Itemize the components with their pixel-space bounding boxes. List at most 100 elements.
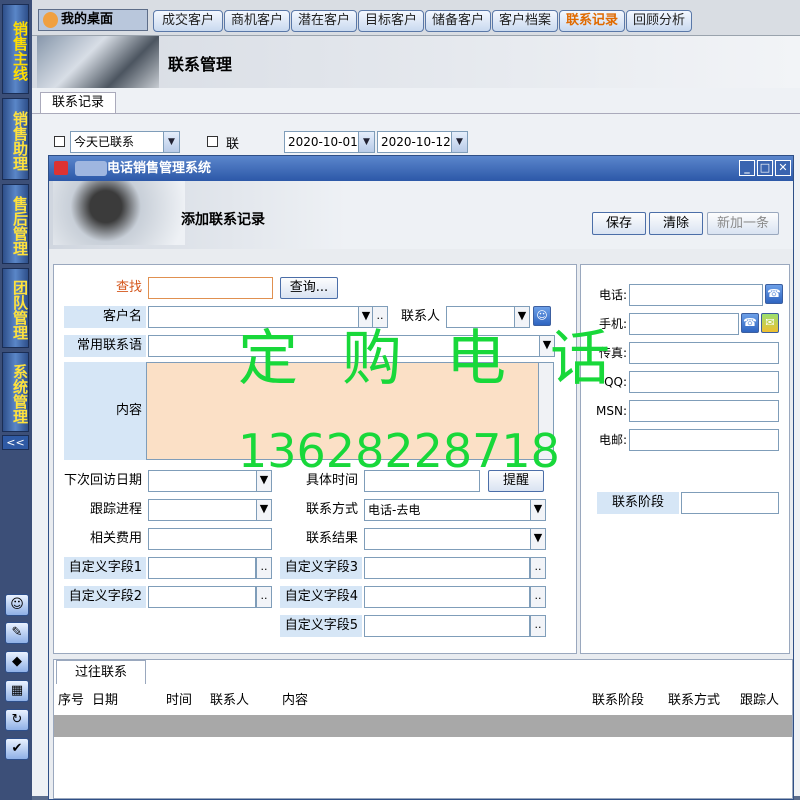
- col-date[interactable]: 日期: [92, 690, 118, 712]
- phone-dial-icon[interactable]: ☎: [765, 284, 783, 304]
- sidebar-item-sales-assistant[interactable]: 销售助理: [2, 98, 29, 180]
- date-to-value: 2020-10-12: [381, 135, 451, 149]
- tab-past-contacts[interactable]: 过往联系: [56, 660, 146, 684]
- tab-target-customers[interactable]: 目标客户: [358, 10, 424, 32]
- contact-dropdown[interactable]: ▼: [514, 306, 530, 328]
- sync-icon[interactable]: ↻: [5, 709, 29, 731]
- tab-customer-files[interactable]: 客户档案: [492, 10, 558, 32]
- specific-time-input[interactable]: [364, 470, 480, 492]
- col-content[interactable]: 内容: [282, 690, 308, 712]
- col-time[interactable]: 时间: [166, 690, 192, 712]
- dialog-titlebar: 电话销售管理系统 _ □ ✕: [49, 156, 793, 181]
- mobile-dial-icon[interactable]: ☎: [741, 313, 759, 333]
- panel-header: 联系管理: [32, 36, 800, 88]
- mobile-input[interactable]: [629, 313, 739, 335]
- custom4-input[interactable]: [364, 586, 530, 608]
- remind-button[interactable]: 提醒: [488, 470, 544, 492]
- custom4-browse[interactable]: ..: [530, 586, 546, 608]
- user-icon[interactable]: ☺: [5, 594, 29, 616]
- tab-contact-records[interactable]: 联系记录: [559, 10, 625, 32]
- contact-form: 查找 查询... 客户名 ▼ .. 联系人 ▼ ☺ 常用联系语 ▼ 内容 下次回…: [53, 264, 577, 654]
- find-input[interactable]: [148, 277, 273, 299]
- date-checkbox[interactable]: [207, 136, 218, 147]
- method-select[interactable]: 电话-去电: [364, 499, 546, 521]
- custom3-browse[interactable]: ..: [530, 557, 546, 579]
- contact-person-icon[interactable]: ☺: [533, 306, 551, 326]
- top-tab-bar: 我的桌面 成交客户 商机客户 潜在客户 目标客户 储备客户 客户档案 联系记录 …: [32, 0, 800, 36]
- today-select-value: 今天已联系: [74, 135, 135, 149]
- custom2-label: 自定义字段2: [64, 586, 146, 608]
- customer-select[interactable]: [148, 306, 372, 328]
- left-sidebar: 销售主线 销售助理 售后管理 团队管理 系统管理 << ☺ ✎ ◆ ▦ ↻ ✔: [0, 0, 32, 800]
- common-phrase-select[interactable]: [148, 335, 555, 357]
- stage-input[interactable]: [681, 492, 779, 514]
- clear-button[interactable]: 清除: [649, 212, 703, 235]
- qq-input[interactable]: [629, 371, 779, 393]
- custom5-browse[interactable]: ..: [530, 615, 546, 637]
- method-dropdown[interactable]: ▼: [530, 499, 546, 521]
- collapse-sidebar-button[interactable]: <<: [2, 435, 29, 450]
- email-input[interactable]: [629, 429, 779, 451]
- home-user-icon: [43, 12, 58, 28]
- tab-opportunity-customers[interactable]: 商机客户: [224, 10, 290, 32]
- qq-label: QQ:: [604, 375, 627, 389]
- sidebar-item-sales-mainline[interactable]: 销售主线: [2, 4, 29, 94]
- col-method[interactable]: 联系方式: [668, 690, 720, 712]
- tab-review-analysis[interactable]: 回顾分析: [626, 10, 692, 32]
- cost-input[interactable]: [148, 528, 272, 550]
- custom1-browse[interactable]: ..: [256, 557, 272, 579]
- close-icon[interactable]: ✕: [775, 160, 791, 176]
- col-tracker[interactable]: 跟踪人: [740, 690, 779, 712]
- table-row[interactable]: [54, 715, 792, 737]
- tab-contact-records-sub[interactable]: 联系记录: [40, 92, 116, 114]
- contact-label: 联系人: [400, 309, 440, 324]
- next-visit-date-input[interactable]: [148, 470, 272, 492]
- custom1-label: 自定义字段1: [64, 557, 146, 579]
- today-checkbox[interactable]: [54, 136, 65, 147]
- common-phrase-label: 常用联系语: [64, 335, 146, 357]
- result-dropdown[interactable]: ▼: [530, 528, 546, 550]
- calendar-icon[interactable]: ▦: [5, 680, 29, 702]
- shield-icon[interactable]: ✔: [5, 738, 29, 760]
- compass-icon[interactable]: ◆: [5, 651, 29, 673]
- common-phrase-dropdown[interactable]: ▼: [539, 335, 555, 357]
- sidebar-item-after-sales[interactable]: 售后管理: [2, 184, 29, 264]
- content-scrollbar[interactable]: [538, 362, 554, 460]
- content-textarea[interactable]: [146, 362, 553, 460]
- phone-input[interactable]: [629, 284, 763, 306]
- date-from-value: 2020-10-01: [288, 135, 358, 149]
- custom5-input[interactable]: [364, 615, 530, 637]
- chevron-down-icon: ▼: [451, 132, 467, 152]
- tab-potential-customers[interactable]: 潜在客户: [291, 10, 357, 32]
- col-contact[interactable]: 联系人: [210, 690, 249, 712]
- col-stage[interactable]: 联系阶段: [592, 690, 644, 712]
- custom2-input[interactable]: [148, 586, 256, 608]
- tab-closed-customers[interactable]: 成交客户: [153, 10, 223, 32]
- edit-icon[interactable]: ✎: [5, 622, 29, 644]
- minimize-icon[interactable]: _: [739, 160, 755, 176]
- calendar-dropdown-icon[interactable]: ▼: [256, 470, 272, 492]
- query-button[interactable]: 查询...: [280, 277, 338, 299]
- fax-input[interactable]: [629, 342, 779, 364]
- tab-reserve-customers[interactable]: 储备客户: [425, 10, 491, 32]
- custom2-browse[interactable]: ..: [256, 586, 272, 608]
- sidebar-item-system[interactable]: 系统管理: [2, 352, 29, 432]
- result-select[interactable]: [364, 528, 546, 550]
- maximize-icon[interactable]: □: [757, 160, 773, 176]
- progress-select[interactable]: [148, 499, 272, 521]
- date-to-picker[interactable]: 2020-10-12 ▼: [377, 131, 468, 153]
- customer-browse-button[interactable]: ..: [372, 306, 388, 328]
- dialog-heading: 添加联系记录: [181, 212, 265, 228]
- custom3-input[interactable]: [364, 557, 530, 579]
- save-button[interactable]: 保存: [592, 212, 646, 235]
- col-index[interactable]: 序号: [58, 690, 84, 712]
- progress-dropdown[interactable]: ▼: [256, 499, 272, 521]
- sidebar-item-team[interactable]: 团队管理: [2, 268, 29, 348]
- add-new-button[interactable]: 新加一条: [707, 212, 779, 235]
- sms-icon[interactable]: ✉: [761, 313, 779, 333]
- custom1-input[interactable]: [148, 557, 256, 579]
- tab-my-desktop[interactable]: 我的桌面: [38, 9, 148, 31]
- msn-input[interactable]: [629, 400, 779, 422]
- today-select[interactable]: 今天已联系 ▼: [70, 131, 180, 153]
- date-from-picker[interactable]: 2020-10-01 ▼: [284, 131, 375, 153]
